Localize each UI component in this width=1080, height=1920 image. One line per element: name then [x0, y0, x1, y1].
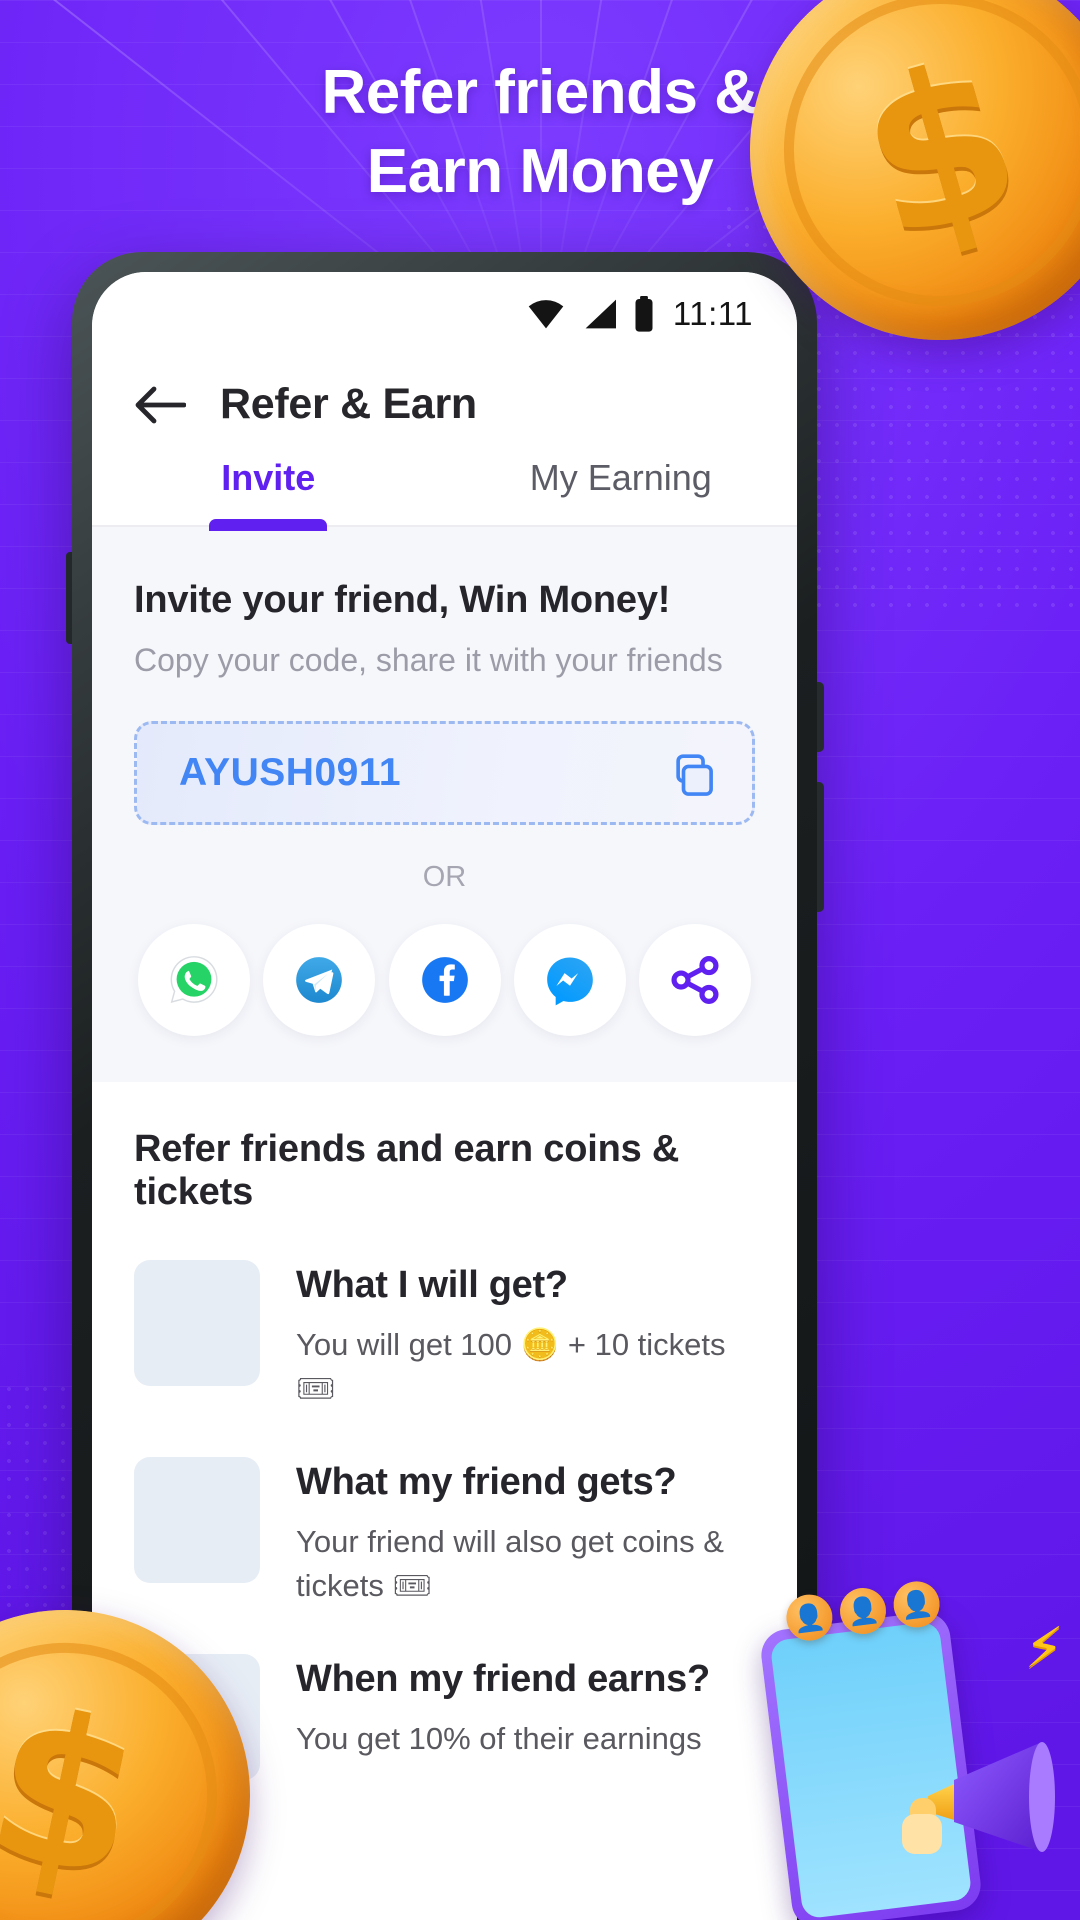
- phone-side-button-power: [817, 782, 824, 912]
- tab-my-earning[interactable]: My Earning: [445, 457, 798, 525]
- whatsapp-icon: [170, 956, 218, 1003]
- avatar: 👤: [783, 1591, 836, 1644]
- invite-subtitle: Copy your code, share it with your frien…: [134, 642, 723, 678]
- benefit-heading: What my friend gets?: [296, 1461, 677, 1504]
- wifi-icon: [528, 300, 564, 329]
- phone-side-button-volume: [817, 682, 824, 752]
- benefit-item: What I will get? You will get 100 🪙 + 10…: [134, 1260, 755, 1411]
- benefit-desc-part-1: You will get 100: [296, 1327, 521, 1362]
- megaphone-icon: [902, 1742, 1055, 1854]
- signal-icon: [585, 299, 616, 329]
- benefit-heading: When my friend earns?: [296, 1658, 710, 1701]
- referral-code-value: AYUSH0911: [179, 751, 402, 794]
- share-whatsapp-button[interactable]: [138, 924, 250, 1036]
- referral-code-box[interactable]: AYUSH0911: [134, 721, 755, 825]
- share-messenger-button[interactable]: [513, 924, 626, 1036]
- avatar: 👤: [837, 1585, 889, 1637]
- battery-icon: [635, 296, 653, 332]
- coin-emoji-icon: 🪙: [520, 1327, 560, 1363]
- dollar-sign-icon: $: [836, 12, 1044, 288]
- tab-invite-label: Invite: [221, 457, 316, 498]
- share-options-row: [134, 924, 755, 1036]
- dollar-sign-icon: $: [0, 1663, 160, 1920]
- avatar: 👤: [890, 1578, 943, 1631]
- share-icon: [671, 956, 719, 1004]
- promo-illustration: 👤 👤 👤 ⚡: [736, 1578, 1066, 1920]
- status-bar: 11:11: [92, 272, 797, 346]
- benefit-desc-part-1: You get 10% of their earnings: [296, 1721, 702, 1757]
- page-title: Refer & Earn: [220, 380, 477, 428]
- telegram-icon: [296, 957, 343, 1003]
- share-more-button[interactable]: [639, 924, 751, 1036]
- back-arrow-icon[interactable]: [134, 385, 186, 425]
- benefits-title: Refer friends and earn coins & tickets: [134, 1128, 680, 1213]
- ticket-emoji-icon: 🎟: [392, 1568, 432, 1605]
- benefit-desc-part-2: + 10 tickets: [559, 1327, 726, 1362]
- benefit-thumbnail: [134, 1457, 260, 1584]
- lightning-bolt-icon: ⚡: [1024, 1616, 1064, 1681]
- tab-my-earning-label: My Earning: [529, 457, 712, 498]
- ticket-emoji-icon: 🎟: [296, 1371, 336, 1408]
- or-label: OR: [422, 861, 467, 893]
- invite-panel: Invite your friend, Win Money! Copy your…: [92, 527, 797, 1082]
- benefit-desc-part-1: Your friend will also get coins & ticket…: [296, 1524, 724, 1604]
- status-bar-time: 11:11: [672, 295, 753, 332]
- invite-title: Invite your friend, Win Money!: [134, 579, 671, 621]
- facebook-icon: [421, 957, 468, 1003]
- share-telegram-button[interactable]: [263, 924, 376, 1036]
- benefit-description: Your friend will also get coins & ticket…: [296, 1520, 755, 1608]
- tab-bar: Invite My Earning: [92, 435, 797, 525]
- share-facebook-button[interactable]: [388, 924, 501, 1036]
- benefit-thumbnail: [134, 1260, 260, 1386]
- messenger-icon: [546, 957, 593, 1006]
- benefit-heading: What I will get?: [296, 1264, 568, 1306]
- benefit-item: What my friend gets? Your friend will al…: [134, 1457, 755, 1608]
- copy-icon[interactable]: [672, 750, 718, 796]
- benefit-description: You will get 100 🪙 + 10 tickets 🎟: [296, 1323, 755, 1411]
- app-bar: Refer & Earn: [92, 346, 797, 435]
- benefit-description: You get 10% of their earnings: [296, 1717, 755, 1761]
- tab-invite[interactable]: Invite: [92, 457, 445, 525]
